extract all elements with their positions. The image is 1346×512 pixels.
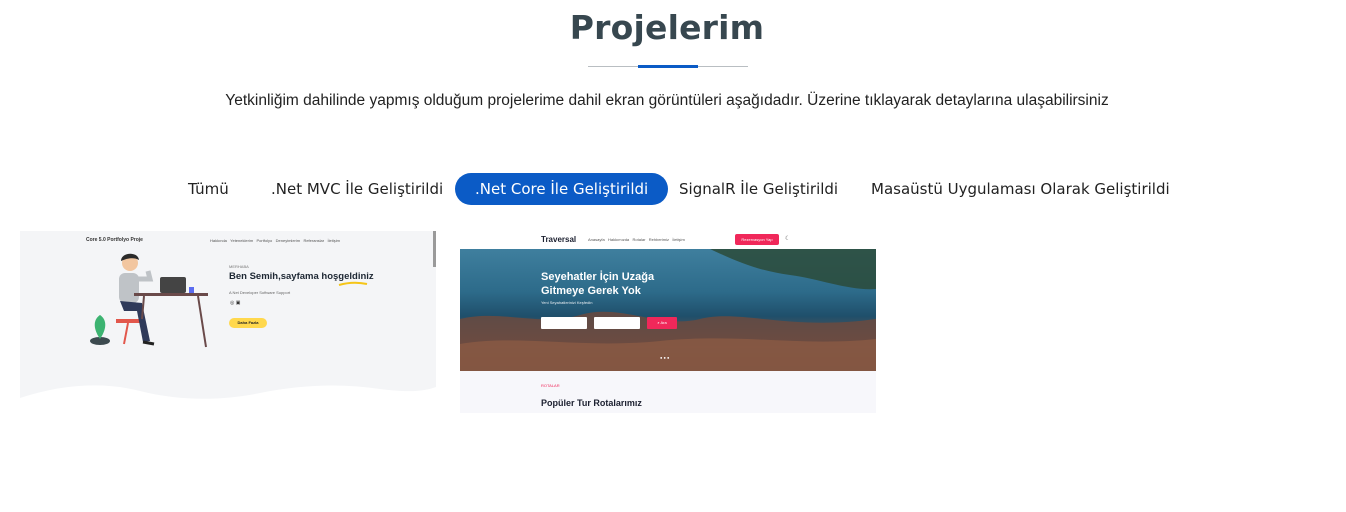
filter-bar: Tümü .Net MVC İle Geliştirildi .Net Core… bbox=[0, 173, 1346, 205]
scrollbar-thumb bbox=[433, 231, 436, 267]
nav-item: Portfolyo bbox=[256, 238, 273, 243]
greeting-label: MERHABA bbox=[229, 264, 249, 269]
nav-item: İletişim bbox=[672, 237, 685, 242]
wave-decoration bbox=[20, 385, 436, 413]
project-card-portfolio[interactable]: Core 5.0 Portfolyo Proje Hakkında Yetene… bbox=[20, 231, 436, 413]
filter-net-core[interactable]: .Net Core İle Geliştirildi bbox=[455, 173, 669, 205]
project-brand: Traversal bbox=[541, 235, 577, 244]
nav-item: Deneyimlerim bbox=[275, 238, 301, 243]
project-nav: Anasayfa Hakkımızda Rotalar Rehberimiz İ… bbox=[588, 237, 685, 242]
project-nav: Hakkında Yeteneklerim Portfolyo Deneyiml… bbox=[210, 238, 340, 243]
filter-desktop-app[interactable]: Masaüstü Uygulaması Olarak Geliştirildi bbox=[871, 173, 1170, 205]
nav-item: İletişim bbox=[327, 238, 340, 243]
section-title: Projelerim bbox=[569, 8, 765, 47]
hero-image: Seyehatler İçin Uzağa Gitmeye Gerek Yok … bbox=[460, 249, 876, 371]
destination-select[interactable] bbox=[541, 317, 587, 329]
nav-item: Yeteneklerim bbox=[230, 238, 254, 243]
project-card-traversal[interactable]: Traversal Anasayfa Hakkımızda Rotalar Re… bbox=[460, 231, 876, 413]
nav-item: Referanslar bbox=[303, 238, 325, 243]
nav-item: Hakkında bbox=[210, 238, 227, 243]
reservation-button[interactable]: Rezervasyon Yap bbox=[735, 234, 779, 245]
section-subtitle: Yetkinliğim dahilinde yapmış olduğum pro… bbox=[225, 92, 1109, 109]
moon-icon: ☾ bbox=[785, 236, 791, 242]
social-icons: ◎ ▣ bbox=[230, 300, 241, 306]
title-divider-accent bbox=[638, 65, 698, 68]
hero-subtitle: Yeni Seyahatlerinizi Keşfedin bbox=[541, 300, 593, 305]
filter-all[interactable]: Tümü bbox=[188, 173, 229, 205]
filter-signalr[interactable]: SignalR İle Geliştirildi bbox=[679, 173, 838, 205]
search-button-label: Ara bbox=[660, 320, 667, 325]
filter-net-mvc[interactable]: .Net MVC İle Geliştirildi bbox=[271, 173, 443, 205]
nav-item: Anasayfa bbox=[588, 237, 605, 242]
project-brand: Core 5.0 Portfolyo Proje bbox=[86, 237, 143, 243]
landscape-silhouette bbox=[460, 249, 876, 371]
nav-item: Hakkımızda bbox=[608, 237, 630, 242]
search-button[interactable]: ⌕ Ara bbox=[647, 317, 677, 329]
nav-item: Rehberimiz bbox=[648, 237, 669, 242]
hero-cta-button[interactable]: Daha Fazla bbox=[229, 318, 267, 328]
carousel-dots[interactable]: ● ● ● bbox=[660, 355, 669, 360]
nav-item: Rotalar bbox=[632, 237, 646, 242]
section-tag: ROTALAR bbox=[541, 383, 560, 388]
hero-role: A Net Developer Software Support bbox=[229, 290, 291, 295]
hero-title-line-1: Seyehatler İçin Uzağa bbox=[541, 271, 655, 283]
date-input[interactable] bbox=[594, 317, 640, 329]
hero-title-line-2: Gitmeye Gerek Yok bbox=[541, 285, 641, 297]
routes-section: ROTALAR Popüler Tur Rotalarımız bbox=[460, 371, 876, 413]
developer-illustration bbox=[90, 253, 208, 348]
section-heading: Popüler Tur Rotalarımız bbox=[541, 398, 642, 408]
underline-decoration bbox=[338, 281, 368, 286]
